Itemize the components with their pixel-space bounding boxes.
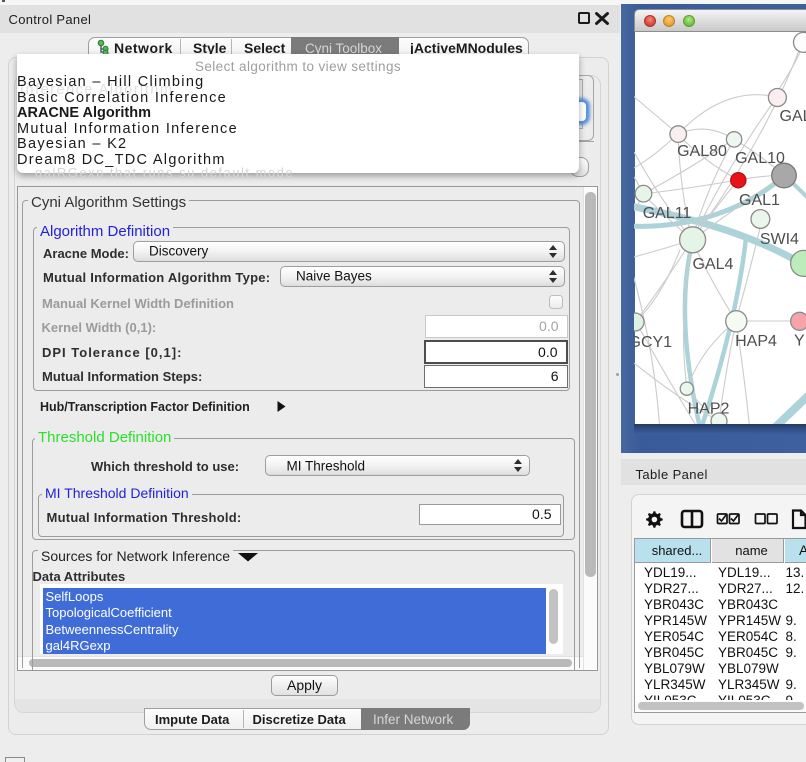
svg-text:GAL4: GAL4 (693, 256, 734, 273)
svg-text:SWI4: SWI4 (760, 231, 799, 248)
svg-text:GAL10: GAL10 (735, 150, 785, 167)
svg-text:HAP2: HAP2 (688, 401, 730, 418)
svg-text:GAL1: GAL1 (739, 192, 780, 209)
svg-text:GCY1: GCY1 (634, 334, 672, 351)
svg-text:Y: Y (794, 333, 805, 350)
svg-text:GAL80: GAL80 (677, 143, 727, 160)
svg-text:GAL11: GAL11 (643, 205, 692, 222)
svg-text:GAL7: GAL7 (780, 108, 806, 125)
svg-text:HAP4: HAP4 (735, 333, 777, 350)
